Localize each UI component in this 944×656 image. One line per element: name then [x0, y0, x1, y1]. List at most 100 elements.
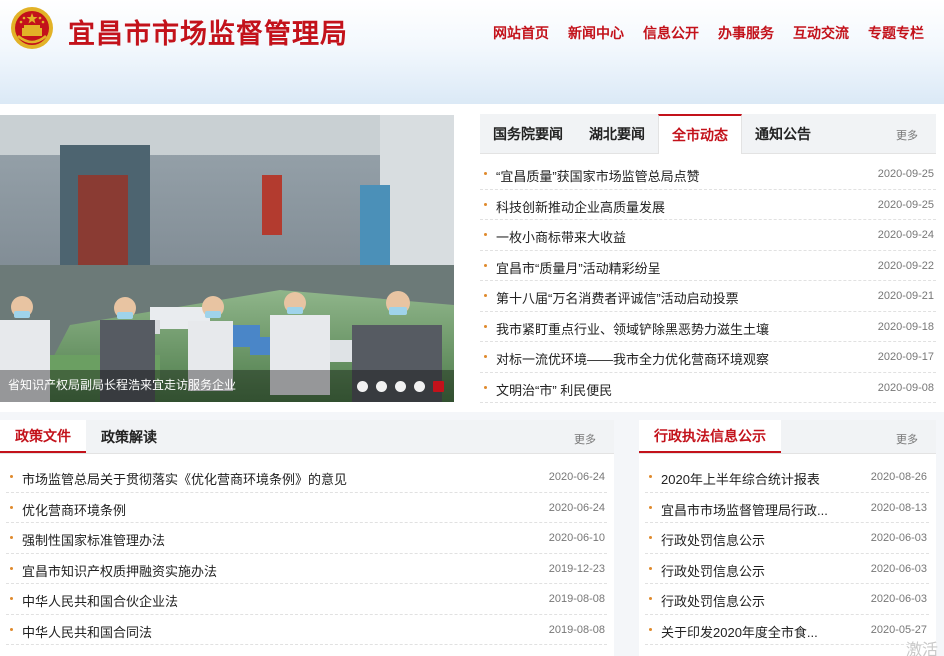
bullet-icon [649, 566, 652, 570]
enforcement-date: 2020-08-26 [870, 471, 927, 483]
nav-news-center[interactable]: 新闻中心 [568, 23, 624, 43]
bullet-icon [484, 233, 487, 236]
slide-dot-2[interactable] [376, 381, 387, 392]
slide-dot-3[interactable] [395, 381, 406, 392]
enforcement-date: 2020-06-03 [870, 562, 927, 575]
enforcement-date: 2020-08-13 [870, 501, 927, 514]
bullet-icon [649, 505, 652, 509]
enforcement-title[interactable]: 行政处罚信息公示 [661, 530, 765, 549]
slide-caption[interactable]: 省知识产权局副局长程浩来宜走访服务企业 [8, 376, 236, 393]
policy-title[interactable]: 中华人民共和国合伙企业法 [22, 591, 178, 610]
policy-panel: 政策文件 政策解读 更多 市场监管总局关于贯彻落实《优化营商环境条例》的意见 20… [0, 420, 614, 656]
list-item[interactable]: “宜昌质量”获国家市场监管总局点赞 2020-09-25 [480, 159, 936, 190]
enforcement-title[interactable]: 行政处罚信息公示 [661, 591, 765, 610]
enforcement-tabs: 行政执法信息公示 更多 [639, 420, 936, 454]
policy-date: 2019-08-08 [548, 623, 605, 636]
slide-dot-4[interactable] [414, 381, 425, 392]
policy-tabs: 政策文件 政策解读 更多 [0, 420, 614, 454]
list-item[interactable]: 市场监管总局关于贯彻落实《优化营商环境条例》的意见 2020-06-24 [6, 462, 607, 493]
tab-city-news[interactable]: 全市动态 [658, 114, 742, 154]
main-nav: 网站首页 新闻中心 信息公开 办事服务 互动交流 专题专栏 [493, 23, 924, 43]
news-title[interactable]: “宜昌质量”获国家市场监管总局点赞 [496, 166, 700, 185]
list-item[interactable]: 强制性国家标准管理办法 2020-06-10 [6, 523, 607, 554]
bullet-icon [484, 324, 487, 328]
site-header: 宜昌市市场监督管理局 网站首页 新闻中心 信息公开 办事服务 互动交流 专题专栏 [0, 0, 944, 104]
news-title[interactable]: 我市紧盯重点行业、领域铲除黑恶势力滋生土壤 [496, 319, 769, 338]
policy-date: 2020-06-24 [548, 501, 605, 514]
site-title: 宜昌市市场监督管理局 [68, 19, 348, 49]
news-date: 2020-09-08 [877, 381, 934, 394]
tab-policy-documents[interactable]: 政策文件 [0, 420, 86, 453]
list-item[interactable]: 一枚小商标带来大收益 2020-09-24 [480, 220, 936, 251]
list-item[interactable]: 对标一流优环境——我市全力优化营商环境观察 2020-09-17 [480, 342, 936, 373]
list-item[interactable]: 宜昌市“质量月”活动精彩纷呈 2020-09-22 [480, 251, 936, 281]
enforcement-title[interactable]: 关于印发2020年度全市食... [661, 622, 818, 641]
news-title[interactable]: 对标一流优环境——我市全力优化营商环境观察 [496, 349, 769, 368]
news-title[interactable]: 文明治“市” 利民便民 [496, 380, 612, 399]
bullet-icon [484, 294, 487, 297]
list-item[interactable]: 行政处罚信息公示 2020-06-03 [645, 523, 929, 554]
tab-notices[interactable]: 通知公告 [742, 114, 824, 153]
slide-dot-5[interactable] [433, 381, 444, 392]
tab-enforcement-info[interactable]: 行政执法信息公示 [639, 420, 781, 453]
image-slider[interactable]: 省知识产权局副局长程浩来宜走访服务企业 [0, 115, 454, 402]
news-date: 2020-09-25 [877, 168, 934, 180]
slide-dot-1[interactable] [357, 381, 368, 392]
list-item[interactable]: 宜昌市市场监督管理局行政... 2020-08-13 [645, 493, 929, 523]
list-item[interactable]: 行政处罚信息公示 2020-06-03 [645, 554, 929, 584]
tab-hubei-news[interactable]: 湖北要闻 [576, 114, 658, 153]
policy-date: 2020-06-10 [548, 532, 605, 544]
bullet-icon [484, 202, 487, 206]
enforcement-title[interactable]: 行政处罚信息公示 [661, 561, 765, 580]
news-more-link[interactable]: 更多 [896, 127, 918, 143]
policy-title[interactable]: 强制性国家标准管理办法 [22, 530, 165, 549]
national-emblem-icon [11, 7, 53, 49]
policy-title[interactable]: 优化营商环境条例 [22, 500, 126, 519]
tab-state-council-news[interactable]: 国务院要闻 [480, 114, 576, 153]
nav-interaction[interactable]: 互动交流 [793, 23, 849, 43]
enforcement-date: 2020-05-27 [870, 623, 927, 636]
list-item[interactable]: 关于印发2020年度全市食... 2020-05-27 [645, 615, 929, 645]
bullet-icon [10, 597, 13, 600]
news-title[interactable]: 第十八届“万名消费者评诚信”活动启动投票 [496, 288, 739, 307]
news-title[interactable]: 科技创新推动企业高质量发展 [496, 197, 665, 216]
enforcement-title[interactable]: 宜昌市市场监督管理局行政... [661, 500, 828, 519]
bullet-icon [10, 566, 13, 570]
list-item[interactable]: 行政处罚信息公示 2020-06-03 [645, 584, 929, 615]
news-tabs: 国务院要闻 湖北要闻 全市动态 通知公告 更多 [480, 114, 936, 154]
list-item[interactable]: 第十八届“万名消费者评诚信”活动启动投票 2020-09-21 [480, 281, 936, 312]
list-item[interactable]: 我市紧盯重点行业、领域铲除黑恶势力滋生土壤 2020-09-18 [480, 312, 936, 342]
nav-special-topics[interactable]: 专题专栏 [868, 23, 924, 43]
bullet-icon [484, 385, 487, 389]
enforcement-more-link[interactable]: 更多 [896, 431, 918, 447]
news-date: 2020-09-18 [877, 320, 934, 333]
list-item[interactable]: 中华人民共和国合同法 2019-08-08 [6, 615, 607, 645]
policy-title[interactable]: 市场监管总局关于贯彻落实《优化营商环境条例》的意见 [22, 469, 347, 488]
list-item[interactable]: 2020年上半年综合统计报表 2020-08-26 [645, 462, 929, 493]
bullet-icon [10, 627, 13, 631]
news-date: 2020-09-22 [877, 259, 934, 272]
policy-date: 2019-08-08 [548, 593, 605, 605]
policy-title[interactable]: 宜昌市知识产权质押融资实施办法 [22, 561, 217, 580]
nav-info-disclosure[interactable]: 信息公开 [643, 23, 699, 43]
list-item[interactable]: 文明治“市” 利民便民 2020-09-08 [480, 373, 936, 403]
news-date: 2020-09-25 [877, 198, 934, 211]
slide-photo [0, 115, 454, 402]
enforcement-list: 2020年上半年综合统计报表 2020-08-26 宜昌市市场监督管理局行政...… [639, 454, 936, 645]
tab-policy-interpretation[interactable]: 政策解读 [86, 420, 172, 453]
policy-more-link[interactable]: 更多 [574, 431, 596, 447]
list-item[interactable]: 优化营商环境条例 2020-06-24 [6, 493, 607, 523]
news-title[interactable]: 宜昌市“质量月”活动精彩纷呈 [496, 258, 661, 277]
news-list: “宜昌质量”获国家市场监管总局点赞 2020-09-25 科技创新推动企业高质量发… [480, 154, 936, 403]
list-item[interactable]: 中华人民共和国合伙企业法 2019-08-08 [6, 584, 607, 615]
policy-title[interactable]: 中华人民共和国合同法 [22, 622, 152, 641]
news-title[interactable]: 一枚小商标带来大收益 [496, 227, 626, 246]
enforcement-title[interactable]: 2020年上半年综合统计报表 [661, 469, 820, 488]
nav-home[interactable]: 网站首页 [493, 23, 549, 43]
news-date: 2020-09-21 [877, 290, 934, 302]
list-item[interactable]: 宜昌市知识产权质押融资实施办法 2019-12-23 [6, 554, 607, 584]
list-item[interactable]: 科技创新推动企业高质量发展 2020-09-25 [480, 190, 936, 220]
bullet-icon [649, 627, 652, 631]
bullet-icon [649, 536, 652, 539]
nav-services[interactable]: 办事服务 [718, 23, 774, 43]
